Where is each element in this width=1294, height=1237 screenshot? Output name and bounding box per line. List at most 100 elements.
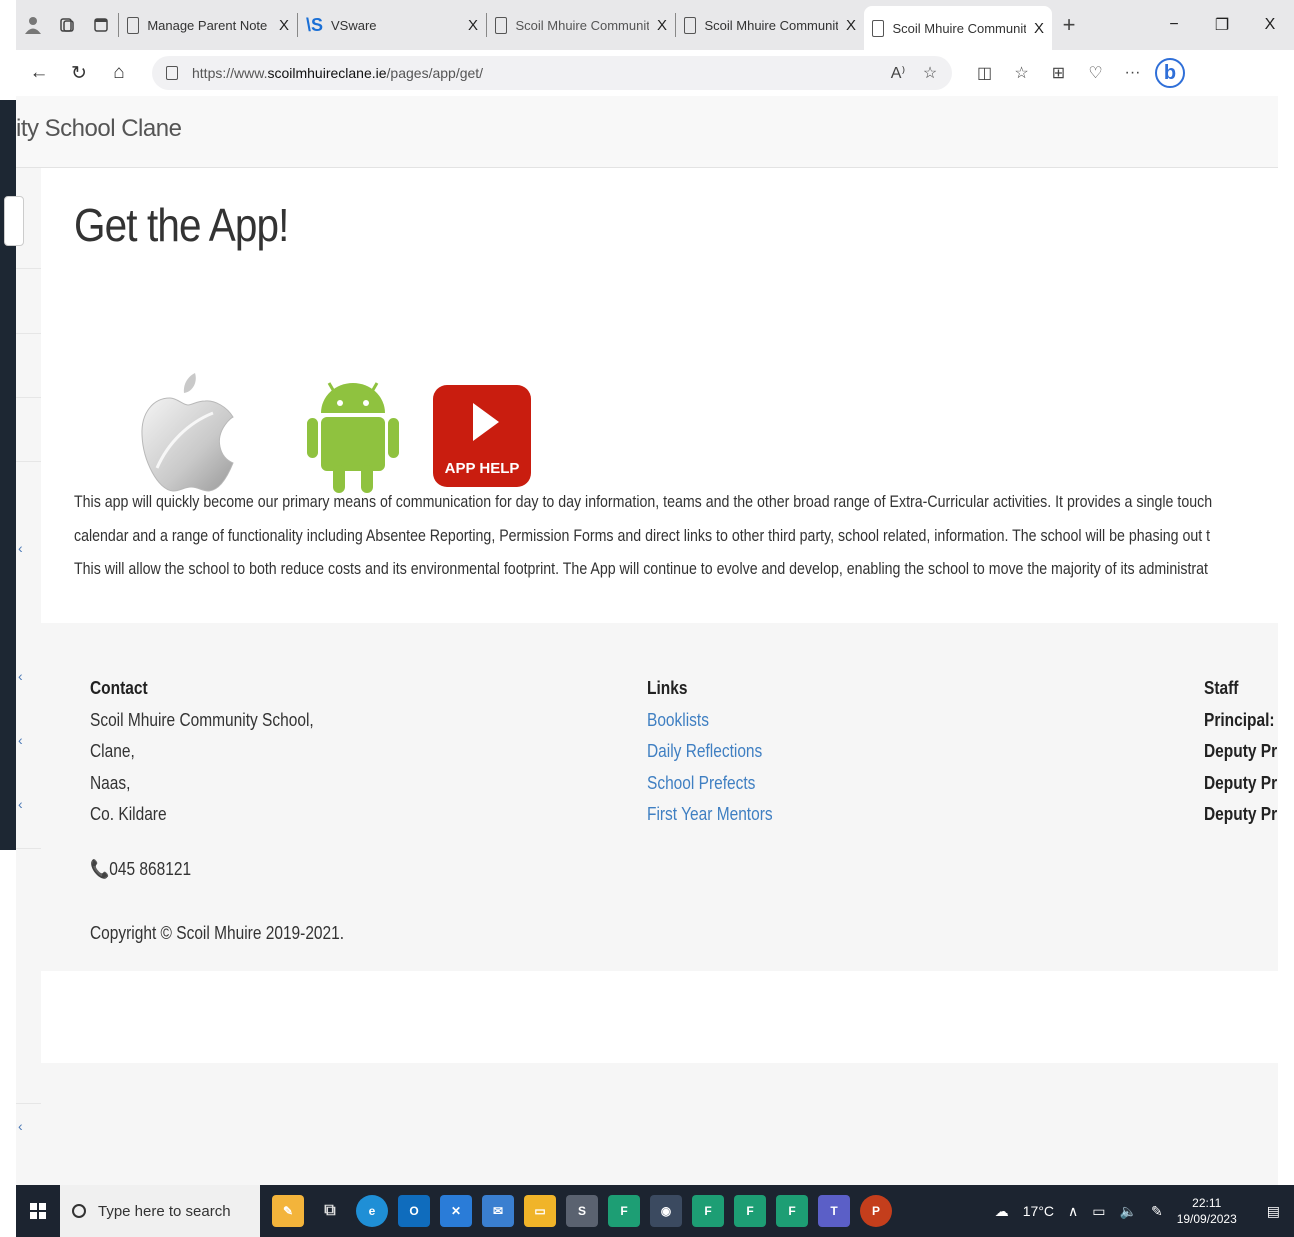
link-school-prefects[interactable]: School Prefects	[647, 768, 773, 800]
chevron-left-icon[interactable]: ‹	[18, 1118, 23, 1134]
split-screen-icon[interactable]: ◫	[966, 63, 1003, 83]
powerpoint-icon[interactable]: P	[860, 1195, 892, 1227]
volume-icon[interactable]: 🔈	[1120, 1203, 1137, 1220]
restore-button[interactable]: ❐	[1198, 0, 1246, 50]
forms-icon[interactable]: F	[608, 1195, 640, 1227]
url-field[interactable]: https://www. scoilmhuireclane.ie/pages/ap…	[152, 56, 952, 90]
description-line: This will allow the school to both reduc…	[74, 560, 1208, 578]
forms-icon[interactable]: F	[692, 1195, 724, 1227]
start-button[interactable]	[16, 1203, 60, 1219]
apple-icon[interactable]	[141, 373, 234, 492]
site-info-icon[interactable]	[166, 66, 178, 80]
tab-vsware[interactable]: \S VSware X	[298, 5, 486, 45]
file-explorer-icon[interactable]: ▭	[524, 1195, 556, 1227]
android-icon[interactable]	[307, 382, 399, 493]
home-button[interactable]: ⌂	[102, 56, 136, 90]
search-icon	[72, 1204, 86, 1218]
link-daily-reflections[interactable]: Daily Reflections	[647, 736, 773, 768]
mail-icon[interactable]: ✉	[482, 1195, 514, 1227]
footer-staff: Staff Principal: Deputy Pr Deputy Pr Dep…	[1204, 673, 1277, 831]
site-name[interactable]: ity School Clane	[16, 115, 182, 143]
collections-icon[interactable]: ⊞	[1040, 63, 1077, 83]
app-user-icon[interactable]: ◉	[650, 1195, 682, 1227]
weather-icon[interactable]: ☁	[995, 1203, 1009, 1220]
tab-close-icon[interactable]: X	[649, 17, 667, 34]
tab-actions-icon[interactable]	[84, 8, 118, 42]
tab-label: VSware	[331, 17, 377, 33]
main-content: Get the App! APP HELP This app will quic…	[41, 168, 1278, 623]
new-tab-button[interactable]: +	[1052, 8, 1086, 42]
tab-label: Scoil Mhuire Community S	[704, 17, 838, 33]
chevron-left-icon[interactable]: ‹	[18, 668, 23, 684]
back-button[interactable]: ←	[22, 56, 56, 90]
more-menu-icon[interactable]: ···	[1114, 64, 1151, 82]
edge-icon[interactable]: e	[356, 1195, 388, 1227]
tab-close-icon[interactable]: X	[838, 17, 856, 34]
app-help-button[interactable]: APP HELP	[433, 385, 531, 487]
url-path: /pages/app/get/	[386, 65, 484, 81]
staff-item: Principal:	[1204, 709, 1275, 730]
network-icon[interactable]: ▭	[1092, 1203, 1105, 1220]
staff-item: Deputy Pr	[1204, 741, 1278, 761]
tab-manage-parent-note-list[interactable]: Manage Parent Note List X	[119, 5, 297, 45]
outlook-icon[interactable]: O	[398, 1195, 430, 1227]
rail-divider	[16, 848, 41, 849]
window-controls: − ❐ X	[1150, 0, 1294, 50]
tab-close-icon[interactable]: X	[460, 17, 478, 34]
vsware-logo-icon: \S	[306, 14, 324, 35]
pen-icon[interactable]: ✎	[1151, 1203, 1163, 1220]
favorite-star-icon[interactable]: ☆	[914, 63, 946, 83]
site-footer: Contact Scoil Mhuire Community School, C…	[41, 623, 1278, 971]
footer-contact: Contact Scoil Mhuire Community School, C…	[90, 673, 314, 831]
phone-number[interactable]: 📞045 868121	[90, 859, 191, 880]
browser-tab-bar: Manage Parent Note List X \S VSware X Sc…	[16, 0, 1294, 50]
widgets-icon[interactable]: ✎	[272, 1195, 304, 1227]
rail-divider	[16, 397, 41, 398]
forms-icon[interactable]: F	[776, 1195, 808, 1227]
left-screen-edge	[0, 0, 16, 1185]
temperature[interactable]: 17°C	[1023, 1203, 1054, 1219]
favorites-icon[interactable]: ☆	[1003, 63, 1040, 83]
tab-scoil-mhuire-2[interactable]: Scoil Mhuire Community S X	[676, 5, 864, 45]
taskbar-apps: ✎ ⧉ e O ✕ ✉ ▭ S F ◉ F F F T P	[272, 1195, 902, 1227]
site-header: ity School Clane	[16, 96, 1278, 168]
app-s-icon[interactable]: S	[566, 1195, 598, 1227]
profile-icon[interactable]	[16, 8, 50, 42]
phone-text: 045 868121	[109, 859, 192, 879]
show-hidden-icons-icon[interactable]: ∧	[1068, 1203, 1078, 1220]
sidebar-search-box[interactable]	[4, 196, 24, 246]
close-window-button[interactable]: X	[1246, 0, 1294, 50]
task-view-icon[interactable]: ⧉	[314, 1195, 346, 1227]
link-booklists[interactable]: Booklists	[647, 705, 773, 737]
taskbar-search[interactable]: Type here to search	[60, 1185, 260, 1237]
address-bar-row: ← ↻ ⌂ https://www. scoilmhuireclane.ie/pa…	[16, 50, 1294, 96]
tab-scoil-mhuire-active[interactable]: Scoil Mhuire Community S X	[864, 6, 1052, 50]
chevron-left-icon[interactable]: ‹	[18, 796, 23, 812]
app-store-icons: APP HELP	[141, 373, 531, 493]
sidebar-rail: ‹ ‹ ‹ ‹ ‹	[4, 168, 41, 1185]
forms-icon[interactable]: F	[734, 1195, 766, 1227]
workspaces-icon[interactable]	[50, 8, 84, 42]
web-page: ity School Clane ‹ ‹ ‹ ‹ ‹ Get the App!	[4, 96, 1278, 1185]
teams-icon[interactable]: T	[818, 1195, 850, 1227]
url-host: scoilmhuireclane.ie	[267, 65, 387, 81]
browser-essentials-icon[interactable]: ♡	[1077, 63, 1114, 83]
link-first-year-mentors[interactable]: First Year Mentors	[647, 799, 773, 831]
app-icon[interactable]: ✕	[440, 1195, 472, 1227]
tab-scoil-mhuire-1[interactable]: Scoil Mhuire Community S X	[487, 5, 675, 45]
clock[interactable]: 22:11 19/09/2023	[1177, 1195, 1251, 1227]
system-tray: ☁ 17°C ∧ ▭ 🔈 ✎ 22:11 19/09/2023 ▤	[995, 1195, 1294, 1227]
notifications-icon[interactable]: ▤	[1267, 1203, 1280, 1220]
address-line: Naas,	[90, 772, 131, 793]
chevron-left-icon[interactable]: ‹	[18, 732, 23, 748]
read-aloud-icon[interactable]: A⁾	[882, 63, 914, 83]
minimize-button[interactable]: −	[1150, 0, 1198, 50]
description-line: This app will quickly become our primary…	[74, 493, 1213, 511]
tab-close-icon[interactable]: X	[1026, 20, 1044, 37]
clock-date: 19/09/2023	[1176, 1212, 1237, 1226]
refresh-button[interactable]: ↻	[62, 56, 96, 90]
chevron-left-icon[interactable]: ‹	[18, 540, 23, 556]
tab-close-icon[interactable]: X	[271, 17, 289, 34]
tab-label: Manage Parent Note List	[147, 17, 271, 33]
bing-copilot-icon[interactable]: b	[1155, 58, 1185, 88]
